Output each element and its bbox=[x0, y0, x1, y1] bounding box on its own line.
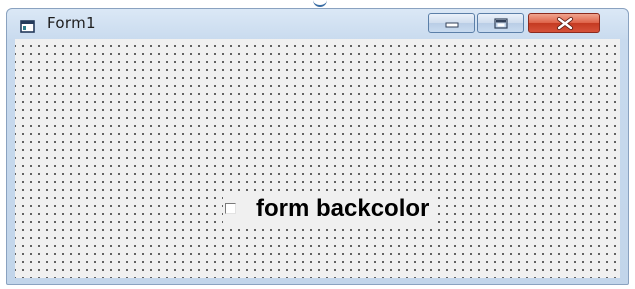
title-bar[interactable]: Form1 bbox=[7, 9, 628, 39]
maximize-icon bbox=[494, 18, 508, 29]
window-title: Form1 bbox=[47, 14, 96, 32]
close-button[interactable] bbox=[528, 13, 600, 33]
backcolor-checkbox-control[interactable]: form backcolor bbox=[223, 195, 436, 223]
close-icon bbox=[557, 17, 573, 30]
minimize-icon bbox=[445, 22, 459, 28]
minimize-button[interactable] bbox=[428, 13, 475, 33]
form-window-icon bbox=[20, 18, 35, 33]
backcolor-checkbox[interactable] bbox=[225, 203, 236, 214]
maximize-button[interactable] bbox=[477, 13, 524, 33]
backcolor-checkbox-label[interactable]: form backcolor bbox=[256, 195, 429, 223]
form-design-surface[interactable]: form backcolor bbox=[15, 39, 620, 278]
top-edge-mark bbox=[313, 0, 327, 7]
form-window[interactable]: Form1 form backcolor bbox=[6, 8, 629, 285]
